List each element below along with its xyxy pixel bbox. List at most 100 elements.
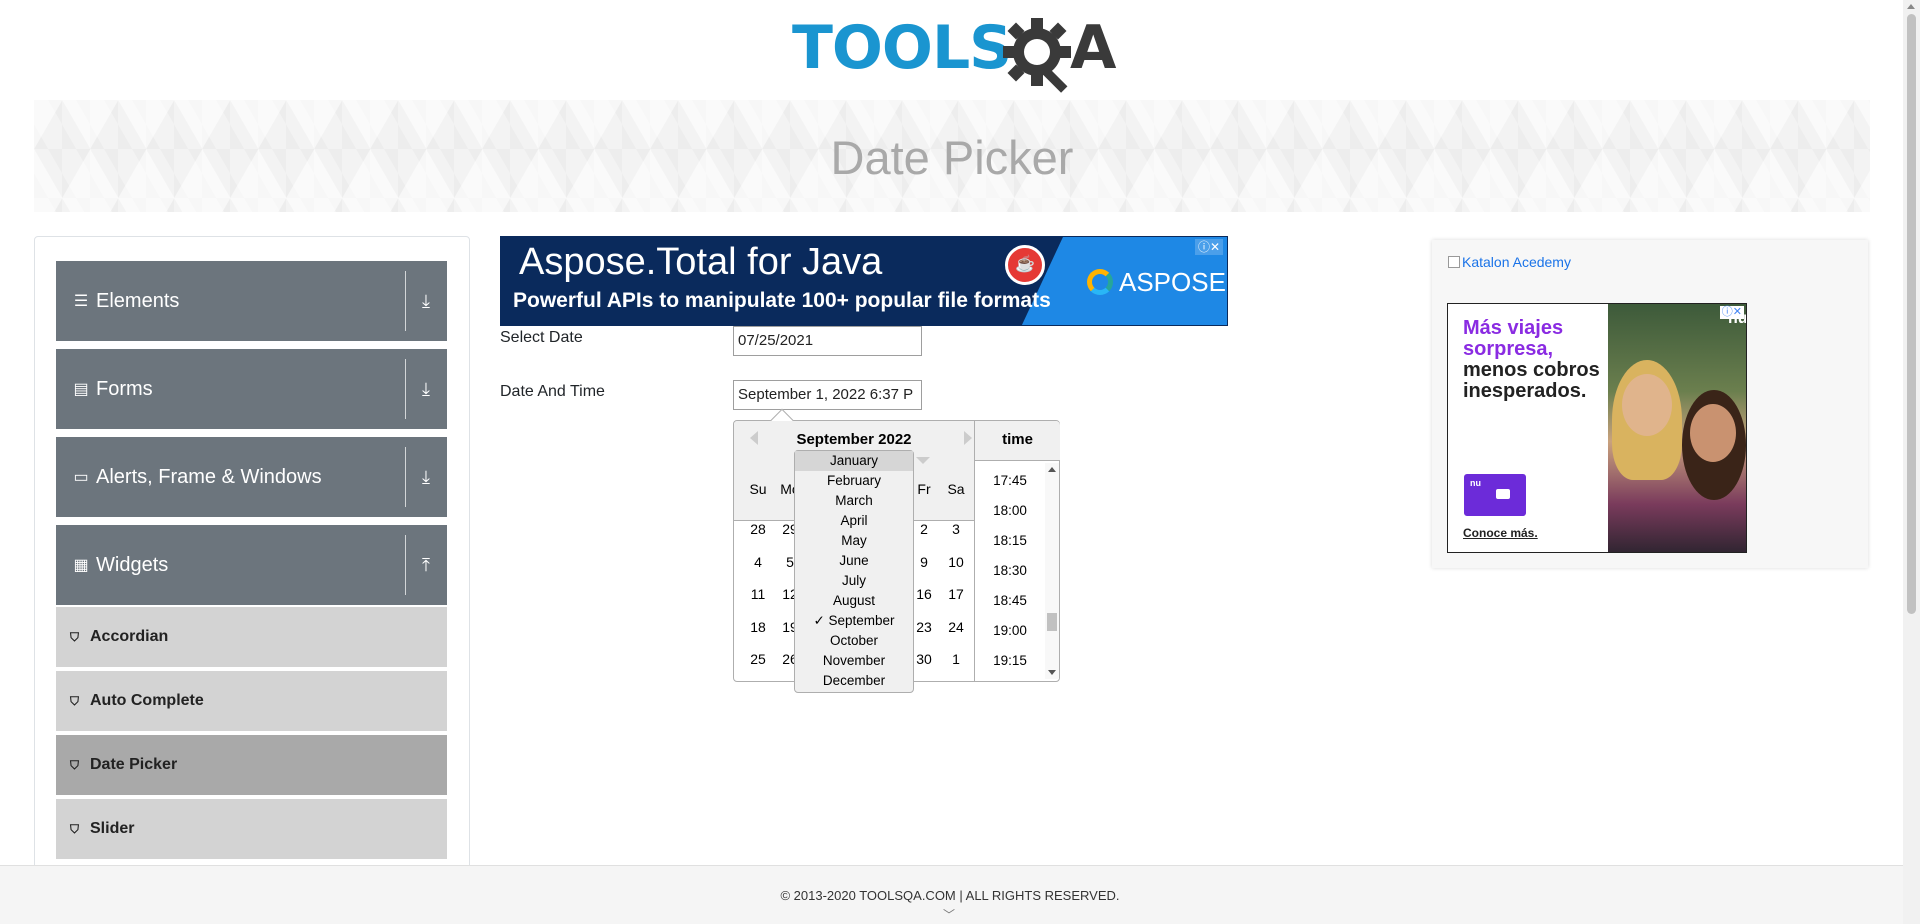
calendar-day[interactable]: 10 (940, 554, 972, 570)
sidebar-group-widgets[interactable]: ▦ Widgets ⤒ (56, 525, 447, 605)
month-option[interactable]: January (795, 451, 913, 471)
ad-headline: Más viajes sorpresa, menos cobros inespe… (1463, 318, 1613, 402)
month-option[interactable]: February (795, 471, 913, 491)
expand-down-icon[interactable]: ⤓ (414, 287, 438, 315)
sidebar-item-label: Auto Complete (90, 692, 204, 709)
calendar-day[interactable]: 3 (940, 521, 972, 537)
item-icon: ⛉ (70, 693, 80, 708)
month-option[interactable]: July (795, 571, 913, 591)
next-month-icon[interactable] (964, 431, 972, 445)
chevron-down-icon[interactable]: ﹀ (943, 906, 955, 923)
photo-shape (1690, 404, 1736, 462)
select-date-label: Select Date (500, 329, 583, 346)
month-option-selected[interactable]: ✓ September (795, 611, 913, 631)
month-option[interactable]: March (795, 491, 913, 511)
month-option[interactable]: May (795, 531, 913, 551)
sidebar-group-label: Widgets (96, 553, 169, 576)
item-icon: ⛉ (70, 629, 80, 644)
widgets-icon: ▦ (73, 557, 89, 574)
time-option[interactable]: 19:15 (975, 653, 1045, 668)
sidebar-item-label: Accordian (90, 628, 169, 645)
select-date-input[interactable]: 07/25/2021 (733, 326, 922, 356)
card-chip (1496, 489, 1510, 499)
sidebar-item-auto-complete[interactable]: ⛉ Auto Complete (56, 671, 447, 731)
time-option[interactable]: 18:30 (975, 563, 1045, 578)
scroll-thumb[interactable] (1907, 14, 1916, 614)
ad-banner-aspose[interactable]: Aspose.Total for Java Powerful APIs to m… (500, 236, 1228, 326)
time-option[interactable]: 19:00 (975, 623, 1045, 638)
divider (405, 271, 406, 331)
time-option[interactable]: 18:00 (975, 503, 1045, 518)
scroll-up-icon[interactable] (1907, 4, 1915, 9)
sidebar-item-label: Slider (90, 820, 135, 837)
credit-card-image: nu (1464, 474, 1526, 516)
toolsqa-logo[interactable]: TOOLS A (790, 13, 1117, 93)
page-header-banner: Date Picker (34, 100, 1870, 212)
expand-down-icon[interactable]: ⤓ (414, 375, 438, 403)
calendar-day[interactable]: 25 (742, 651, 774, 667)
page-title: Date Picker (830, 131, 1074, 184)
month-option[interactable]: November (795, 651, 913, 671)
sidebar-group-alerts[interactable]: ▭ Alerts, Frame & Windows ⤓ (56, 437, 447, 517)
time-column: time 17:45 18:00 18:15 18:30 18:45 19:00… (974, 421, 1060, 681)
calendar-day[interactable]: 24 (940, 619, 972, 635)
calendar-day[interactable]: 4 (742, 554, 774, 570)
sidebar-item-slider[interactable]: ⛉ Slider (56, 799, 447, 859)
scroll-thumb[interactable] (1047, 613, 1057, 631)
katalon-ad-link[interactable]: Katalon Acedemy (1448, 254, 1571, 270)
month-dropdown-list: January February March April May June Ju… (794, 450, 914, 693)
ad-photo: nu (1608, 304, 1746, 552)
calendar-day[interactable]: 18 (742, 619, 774, 635)
time-option[interactable]: 18:15 (975, 533, 1045, 548)
menu-icon: ☰ (73, 293, 89, 310)
gear-q-icon (1003, 18, 1071, 93)
broken-image-icon (1448, 256, 1460, 268)
sidebar-item-label: Date Picker (90, 756, 178, 773)
ad-close-icon[interactable]: ⓘ✕ (1194, 239, 1223, 255)
ad-close-icon[interactable]: ⓘ✕ (1719, 306, 1744, 319)
collapse-up-icon[interactable]: ⤒ (414, 551, 438, 579)
item-icon: ⛉ (70, 757, 80, 772)
ad-headline-dark: menos cobros inesperados. (1463, 359, 1600, 402)
calendar-day[interactable]: 11 (742, 586, 774, 602)
ad-cta-link[interactable]: Conoce más. (1463, 526, 1538, 540)
time-option[interactable]: 18:45 (975, 593, 1045, 608)
logo-suffix: A (1070, 13, 1117, 83)
scroll-down-icon[interactable] (1048, 670, 1056, 675)
sidebar-group-forms[interactable]: ▤ Forms ⤓ (56, 349, 447, 429)
ad-brand: ASPOSE (1087, 267, 1226, 298)
time-option[interactable]: 17:45 (975, 473, 1045, 488)
sidebar-group-label: Elements (96, 289, 180, 312)
time-scrollbar[interactable] (1045, 463, 1059, 679)
scroll-up-icon[interactable] (1048, 467, 1056, 472)
divider (405, 535, 406, 595)
date-time-input[interactable]: September 1, 2022 6:37 P (733, 380, 922, 410)
sidebar: ☰ Elements ⤓ ▤ Forms ⤓ ▭ Alerts, Frame & Wi… (34, 236, 470, 924)
logo-text: TOOLS (792, 13, 1012, 83)
footer: © 2013-2020 TOOLSQA.COM | ALL RIGHTS RES… (0, 865, 1920, 924)
day-name: Su (749, 481, 767, 497)
month-option[interactable]: April (795, 511, 913, 531)
day-name: Sa (947, 481, 965, 497)
calendar-day[interactable]: 1 (940, 651, 972, 667)
month-option[interactable]: August (795, 591, 913, 611)
date-time-label: Date And Time (500, 383, 605, 400)
sidebar-item-date-picker[interactable]: ⛉ Date Picker (56, 735, 447, 795)
sidebar-item-accordian[interactable]: ⛉ Accordian (56, 607, 447, 667)
sidebar-group-elements[interactable]: ☰ Elements ⤓ (56, 261, 447, 341)
chevron-down-icon (915, 457, 930, 464)
item-icon: ⛉ (70, 821, 80, 836)
java-icon: ☕ (1005, 245, 1045, 285)
expand-down-icon[interactable]: ⤓ (414, 463, 438, 491)
calendar-day[interactable]: 17 (940, 586, 972, 602)
ad-link-text: Katalon Acedemy (1462, 254, 1571, 270)
calendar-day[interactable]: 28 (742, 521, 774, 537)
ad-headline-purple: Más viajes sorpresa, (1463, 317, 1564, 360)
month-option[interactable]: December (795, 671, 913, 691)
month-option[interactable]: June (795, 551, 913, 571)
aspose-logo-icon (1087, 269, 1113, 295)
sidebar-group-label: Forms (96, 377, 153, 400)
month-option[interactable]: October (795, 631, 913, 651)
page-scrollbar[interactable] (1903, 0, 1920, 924)
nu-ad-banner[interactable]: Más viajes sorpresa, menos cobros inespe… (1447, 303, 1747, 553)
